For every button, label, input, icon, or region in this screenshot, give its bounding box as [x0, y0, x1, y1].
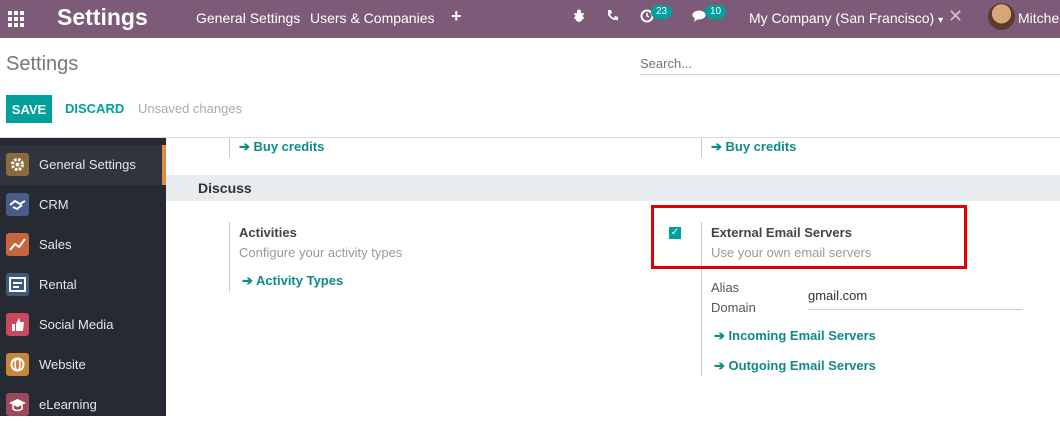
alias-label: Alias	[711, 280, 740, 295]
buy-credits-link-left[interactable]: ➔ Buy credits	[239, 139, 324, 155]
settings-sidebar: General Settings CRM Sales Rental Social…	[0, 138, 166, 416]
settings-content: ➔ Buy credits ➔ Buy credits Discuss Acti…	[166, 138, 1060, 416]
sidebar-item-label: eLearning	[39, 397, 97, 412]
link-label: Buy credits	[725, 139, 797, 154]
discard-button[interactable]: DISCARD	[65, 101, 124, 116]
handshake-icon	[6, 193, 29, 216]
menu-general-settings[interactable]: General Settings	[196, 10, 300, 26]
search-input[interactable]	[640, 53, 1060, 75]
link-label: Activity Types	[256, 273, 344, 288]
link-label: Buy credits	[253, 139, 325, 154]
apps-menu-icon[interactable]	[8, 11, 24, 27]
save-button[interactable]: SAVE	[6, 95, 52, 123]
menu-users-companies[interactable]: Users & Companies	[310, 10, 435, 26]
divider	[229, 138, 230, 158]
sidebar-item-label: Sales	[39, 237, 72, 252]
sidebar-item-label: Social Media	[39, 317, 114, 332]
sidebar-item-general-settings[interactable]: General Settings	[0, 145, 166, 185]
link-label: Incoming Email Servers	[728, 328, 876, 343]
gear-icon	[6, 153, 29, 176]
divider	[701, 138, 702, 158]
sidebar-item-website[interactable]: Website	[0, 345, 166, 385]
activity-types-link[interactable]: ➔ Activity Types	[242, 273, 343, 289]
highlight-box	[651, 205, 967, 269]
section-header: Discuss	[166, 175, 1060, 201]
sidebar-item-label: General Settings	[39, 157, 136, 172]
sidebar-item-crm[interactable]: CRM	[0, 185, 166, 225]
alias-domain-field[interactable]: gmail.com	[808, 286, 1023, 310]
thumbs-up-icon	[6, 313, 29, 336]
app-title: Settings	[57, 4, 148, 30]
chevron-down-icon: ▾	[938, 15, 944, 26]
company-switcher[interactable]: My Company (San Francisco) ▾	[749, 10, 943, 26]
avatar[interactable]	[988, 3, 1015, 30]
incoming-email-servers-link[interactable]: ➔ Incoming Email Servers	[714, 328, 876, 344]
activities-title: Activities	[239, 225, 297, 240]
user-name[interactable]: Mitchel	[1018, 10, 1060, 26]
activities-description: Configure your activity types	[239, 245, 403, 260]
sidebar-item-social-media[interactable]: Social Media	[0, 305, 166, 345]
add-icon[interactable]: +	[451, 6, 462, 27]
domain-label: Domain	[711, 300, 756, 315]
rental-icon	[6, 273, 29, 296]
page-title: Settings	[6, 53, 79, 75]
elearning-icon	[6, 393, 29, 416]
tools-icon[interactable]: ✕	[948, 6, 963, 27]
section-title: Discuss	[198, 180, 252, 196]
company-name: My Company (San Francisco)	[749, 10, 935, 26]
sidebar-item-label: CRM	[39, 197, 69, 212]
sidebar-item-elearning[interactable]: eLearning	[0, 385, 166, 425]
phone-icon[interactable]	[606, 9, 619, 25]
sidebar-item-rental[interactable]: Rental	[0, 265, 166, 305]
link-label: Outgoing Email Servers	[728, 358, 876, 373]
globe-icon	[6, 353, 29, 376]
divider	[229, 222, 230, 292]
sidebar-item-label: Website	[39, 357, 86, 372]
activity-count-badge: 23	[651, 5, 673, 19]
bug-icon[interactable]	[572, 9, 586, 26]
sidebar-item-sales[interactable]: Sales	[0, 225, 166, 265]
chart-icon	[6, 233, 29, 256]
messages-count-badge: 10	[705, 5, 727, 19]
top-navbar: Settings General Settings Users & Compan…	[0, 0, 1060, 38]
buy-credits-link-right[interactable]: ➔ Buy credits	[711, 139, 796, 155]
sidebar-item-label: Rental	[39, 277, 77, 292]
unsaved-status: Unsaved changes	[138, 101, 243, 116]
outgoing-email-servers-link[interactable]: ➔ Outgoing Email Servers	[714, 358, 876, 374]
